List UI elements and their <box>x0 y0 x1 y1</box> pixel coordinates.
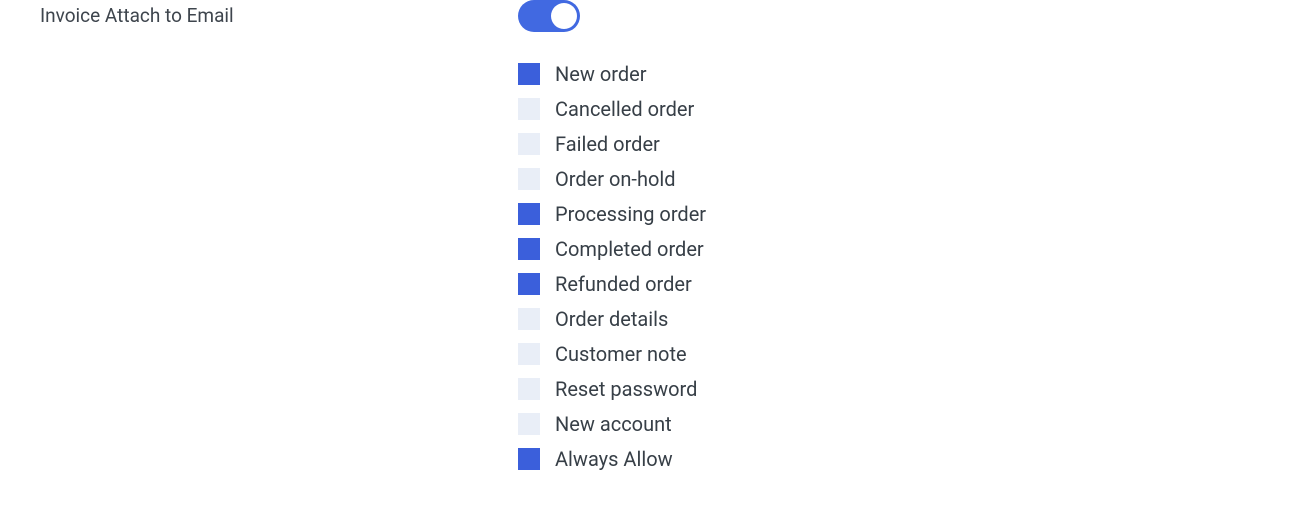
checkbox-item[interactable]: Order on-hold <box>518 167 1316 191</box>
checkbox-box[interactable] <box>518 133 540 155</box>
checkbox-box[interactable] <box>518 308 540 330</box>
checkbox-label: New order <box>555 62 647 86</box>
checkbox-label: Processing order <box>555 202 706 226</box>
setting-label-col: Invoice Attach to Email <box>0 0 518 27</box>
checkbox-label: Cancelled order <box>555 97 694 121</box>
checkbox-item[interactable]: Always Allow <box>518 447 1316 471</box>
checkbox-box[interactable] <box>518 63 540 85</box>
checkbox-item[interactable]: Order details <box>518 307 1316 331</box>
checkbox-list: New order Cancelled order Failed order Orde… <box>518 62 1316 471</box>
checkbox-label: Reset password <box>555 377 697 401</box>
checkbox-item[interactable]: Refunded order <box>518 272 1316 296</box>
checkbox-label: Always Allow <box>555 447 673 471</box>
checkbox-label: Order on-hold <box>555 167 676 191</box>
checkbox-box[interactable] <box>518 413 540 435</box>
checkbox-box[interactable] <box>518 378 540 400</box>
checkbox-box[interactable] <box>518 98 540 120</box>
checkbox-item[interactable]: Cancelled order <box>518 97 1316 121</box>
checkbox-label: New account <box>555 412 672 436</box>
checkbox-item[interactable]: Reset password <box>518 377 1316 401</box>
checkbox-item[interactable]: New account <box>518 412 1316 436</box>
checkbox-item[interactable]: Completed order <box>518 237 1316 261</box>
checkbox-box[interactable] <box>518 203 540 225</box>
checkbox-label: Order details <box>555 307 668 331</box>
checkbox-box[interactable] <box>518 168 540 190</box>
checkbox-box[interactable] <box>518 343 540 365</box>
checkbox-label: Refunded order <box>555 272 692 296</box>
checkbox-box[interactable] <box>518 273 540 295</box>
invoice-attach-toggle[interactable] <box>518 0 580 32</box>
checkbox-item[interactable]: Failed order <box>518 132 1316 156</box>
checkbox-label: Customer note <box>555 342 687 366</box>
toggle-knob <box>551 3 577 29</box>
checkbox-item[interactable]: New order <box>518 62 1316 86</box>
setting-control-col: New order Cancelled order Failed order Orde… <box>518 0 1316 471</box>
checkbox-box[interactable] <box>518 238 540 260</box>
checkbox-label: Completed order <box>555 237 704 261</box>
checkbox-item[interactable]: Processing order <box>518 202 1316 226</box>
checkbox-label: Failed order <box>555 132 660 156</box>
setting-row: Invoice Attach to Email New order Cancell… <box>0 0 1316 471</box>
checkbox-item[interactable]: Customer note <box>518 342 1316 366</box>
checkbox-box[interactable] <box>518 448 540 470</box>
setting-label: Invoice Attach to Email <box>40 4 518 27</box>
